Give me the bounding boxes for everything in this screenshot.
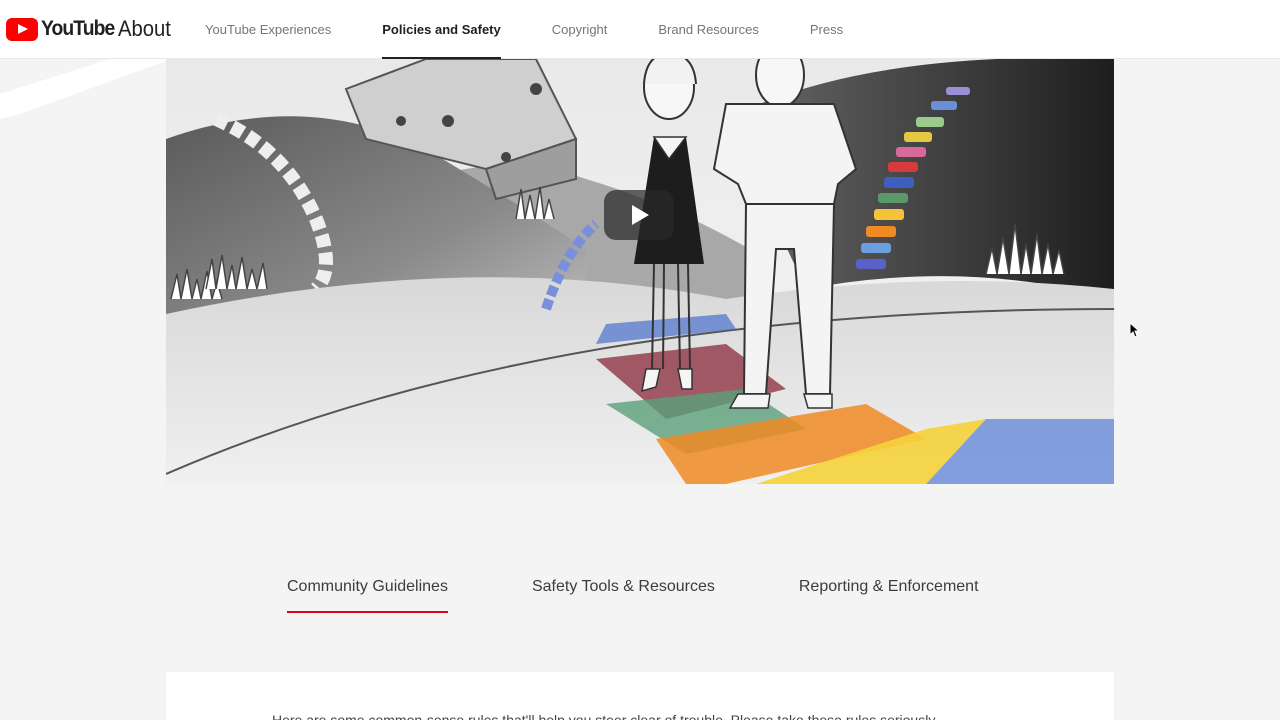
hero-video[interactable] [166,59,1114,484]
logo-suffix: About [117,16,171,41]
nav-policies-and-safety[interactable]: Policies and Safety [382,0,501,59]
logo-wordmark: YouTube [41,17,115,40]
play-icon[interactable] [604,190,674,240]
nav-brand-resources[interactable]: Brand Resources [658,0,758,59]
hero-illustration [166,59,1114,484]
policy-tabs: Community Guidelines Safety Tools & Reso… [287,575,979,613]
tab-safety-tools-resources[interactable]: Safety Tools & Resources [532,575,715,613]
nav-copyright[interactable]: Copyright [552,0,608,59]
nav-youtube-experiences[interactable]: YouTube Experiences [205,0,331,59]
youtube-play-logo-icon [6,17,38,41]
tab-reporting-enforcement[interactable]: Reporting & Enforcement [799,575,979,613]
background-swoosh [0,59,166,119]
intro-text: Here are some common-sense rules that'll… [272,712,939,720]
nav-press[interactable]: Press [810,0,843,59]
mouse-cursor-icon [1130,323,1140,338]
youtube-about-logo[interactable]: YouTube About [6,16,175,42]
tab-community-guidelines[interactable]: Community Guidelines [287,575,448,613]
top-nav: YouTube Experiences Policies and Safety … [205,0,894,59]
site-header: YouTube About YouTube Experiences Polici… [0,0,1280,59]
content-card: Here are some common-sense rules that'll… [166,672,1114,720]
